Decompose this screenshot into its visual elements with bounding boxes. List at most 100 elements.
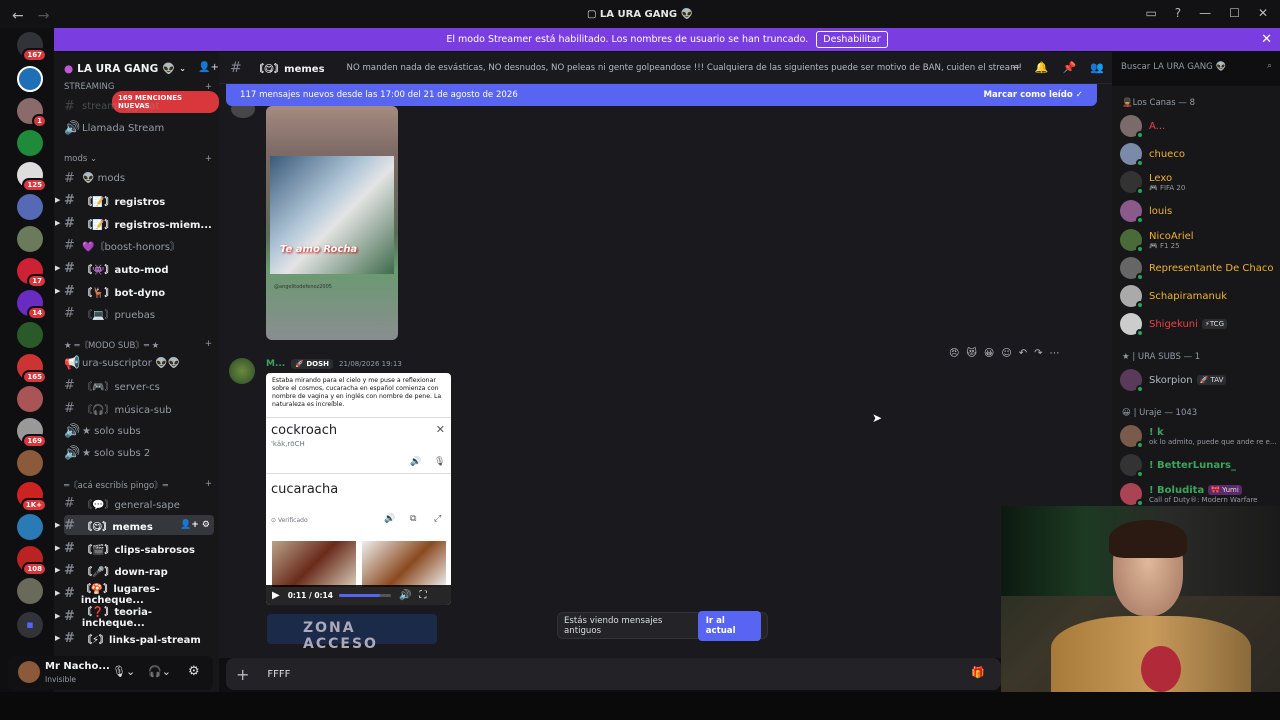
dm-home-button[interactable]: 167: [17, 32, 47, 62]
channel-registros-miembros[interactable]: ▶ # 〘📝〙registros-miem...: [55, 213, 214, 233]
video-progress-bar[interactable]: [338, 593, 391, 597]
server-icon[interactable]: [17, 130, 43, 156]
server-icon[interactable]: [17, 66, 43, 92]
member-item[interactable]: Lexo 🎮 FIFA 20: [1120, 168, 1185, 196]
member-item[interactable]: louis: [1120, 197, 1172, 225]
channel-clips-sabrosos[interactable]: ▶ # 〘🎬〙clips-sabrosos: [55, 538, 214, 558]
folder-icon[interactable]: ▪: [17, 612, 43, 638]
member-item[interactable]: A...: [1120, 112, 1165, 140]
maximize-icon[interactable]: ☐: [1229, 6, 1240, 20]
category-aca-escribis[interactable]: ═〘acá escribís pingo〙═ +: [64, 479, 212, 491]
channel-topic[interactable]: NO manden nada de esvásticas, NO desnudo…: [347, 63, 1022, 73]
channel-auto-mod[interactable]: ▶ # 〘👾〙auto-mod: [55, 258, 214, 278]
server-icon[interactable]: 169: [17, 418, 47, 448]
category-mods[interactable]: mods ⌄ +: [64, 154, 212, 164]
message-input[interactable]: + FFFF 🎁: [226, 658, 1001, 690]
member-item[interactable]: chueco: [1120, 140, 1185, 168]
bell-icon[interactable]: 🔔: [1035, 61, 1049, 74]
close-banner-icon[interactable]: ✕: [1261, 32, 1272, 47]
channel-memes[interactable]: ▶ # 〘😋〙memes 👤+ ⚙: [55, 515, 214, 535]
member-item[interactable]: Representante De Chaco: [1120, 254, 1273, 282]
server-icon[interactable]: [17, 226, 43, 252]
channel-mods[interactable]: # 👽 mods: [64, 168, 214, 188]
reaction-icon[interactable]: 😻: [966, 348, 976, 359]
server-icon[interactable]: [17, 322, 43, 348]
server-icon[interactable]: 165: [17, 354, 47, 384]
server-icon[interactable]: [17, 386, 43, 412]
pin-icon[interactable]: 📌: [1063, 61, 1077, 74]
channel-ura-suscriptor[interactable]: 📢 ura-suscriptor 👽👽: [64, 353, 214, 373]
server-icon[interactable]: 125: [17, 162, 47, 192]
server-icon[interactable]: [17, 194, 43, 220]
members-icon[interactable]: 👥: [1090, 61, 1104, 74]
add-reaction-icon[interactable]: ☺: [1001, 348, 1011, 359]
message-author[interactable]: M...: [266, 359, 285, 369]
meme-image[interactable]: Te amo Rocha @angelitodefenoz2005: [266, 106, 398, 340]
member-item[interactable]: ! Boludita 🎀 Yumi Call of Duty®: Modern Wa…: [1120, 480, 1257, 508]
mark-as-read-button[interactable]: Marcar como leído ✓: [983, 90, 1083, 100]
channel-down-rap[interactable]: ▶ # 〘🎤〙down-rap: [55, 560, 214, 580]
avatar[interactable]: [229, 358, 255, 384]
volume-icon[interactable]: 🔊: [399, 590, 411, 601]
channel-general-sape[interactable]: # 〘💬〙general-sape: [64, 493, 214, 513]
voice-channel-solo-subs[interactable]: 🔊 ★ solo subs: [64, 421, 214, 441]
avatar[interactable]: [18, 661, 40, 683]
member-item[interactable]: NicoAriel 🎮 F1 25: [1120, 226, 1194, 254]
forward-icon[interactable]: ↷: [1034, 348, 1042, 359]
new-messages-bar[interactable]: 117 mensajes nuevos desde las 17:00 del …: [226, 84, 1097, 106]
channel-links-pal-stream[interactable]: ▶ # 〘⚡〙links-pal-stream: [55, 628, 214, 648]
jump-to-present-button[interactable]: Ir al actual: [697, 610, 761, 641]
server-icon[interactable]: [17, 514, 43, 540]
invite-icon[interactable]: 👤+: [198, 62, 219, 73]
member-item[interactable]: Skorpion 🚀 TAV: [1120, 366, 1227, 394]
server-icon[interactable]: [17, 450, 43, 476]
server-icon[interactable]: 1K+: [17, 482, 47, 512]
add-channel-icon[interactable]: +: [205, 479, 212, 491]
gift-icon[interactable]: 🎁: [971, 666, 985, 679]
inbox-icon[interactable]: ▭: [1145, 6, 1156, 20]
next-image-thumb[interactable]: ZONA ACCESO: [267, 614, 437, 652]
server-search-input[interactable]: Buscar LA URA GANG 👽 ⌕: [1116, 57, 1278, 78]
forward-arrow-icon[interactable]: →: [38, 8, 50, 24]
channel-lugares-inchequeables[interactable]: ▶ # 〘🍄〙lugares-incheque...: [55, 583, 214, 606]
channel-musica-sub[interactable]: # 〘🎧〙música-sub: [64, 398, 214, 418]
add-channel-icon[interactable]: +: [205, 154, 212, 164]
channel-boost-honors[interactable]: # 💜〘boost-honors〙: [64, 235, 214, 255]
member-item[interactable]: Schapiramanuk: [1120, 282, 1227, 310]
reaction-icon[interactable]: 😠: [949, 348, 959, 359]
server-icon[interactable]: [17, 578, 43, 604]
server-icon[interactable]: 14: [17, 290, 47, 320]
back-arrow-icon[interactable]: ←: [12, 8, 24, 24]
channel-bot-dyno[interactable]: ▶ # 〘🦌〙bot-dyno: [55, 281, 214, 301]
headphones-icon[interactable]: 🎧⌄: [148, 665, 171, 678]
more-icon[interactable]: ⋯: [1050, 348, 1060, 359]
user-settings-gear-icon[interactable]: ⚙: [188, 664, 200, 679]
channel-server-cs[interactable]: # 〘🎮〙server-cs: [64, 375, 214, 395]
add-attachment-icon[interactable]: +: [236, 665, 249, 684]
voice-channel-solo-subs-2[interactable]: 🔊 ★ solo subs 2: [64, 443, 214, 463]
server-name-header[interactable]: ● LA URA GANG 👽 ⌄: [64, 62, 186, 76]
settings-gear-icon[interactable]: 👤+ ⚙: [180, 520, 210, 530]
minimize-icon[interactable]: —: [1199, 6, 1211, 20]
microphone-icon[interactable]: 🎙⌄: [112, 665, 135, 678]
server-icon[interactable]: 108: [17, 546, 47, 576]
channel-registros[interactable]: ▶ # 〘📝〙registros: [55, 190, 214, 210]
voice-channel-llamada[interactable]: 🔊 Llamada Stream: [64, 118, 214, 138]
add-channel-icon[interactable]: +: [205, 339, 212, 351]
reaction-icon[interactable]: 😀: [984, 348, 994, 359]
play-icon[interactable]: ▶: [272, 590, 280, 601]
close-window-icon[interactable]: ✕: [1258, 6, 1268, 20]
category-modo-sub[interactable]: ★ ═〘MODO SUB〙═ ★ +: [64, 339, 212, 351]
video-embed[interactable]: Estaba mirando para el cielo y me puse a…: [266, 373, 451, 605]
server-icon[interactable]: 1: [17, 98, 47, 128]
help-icon[interactable]: ?: [1175, 6, 1181, 20]
member-item[interactable]: ! k ok lo admito, puede que ande re e...: [1120, 422, 1277, 450]
fullscreen-icon[interactable]: ⛶: [419, 590, 426, 601]
disable-streamer-button[interactable]: Deshabilitar: [816, 31, 888, 48]
channel-pruebas[interactable]: # 〘💻〙pruebas: [64, 303, 214, 323]
threads-icon[interactable]: ⩫: [1012, 61, 1021, 74]
channel-streaming-chat[interactable]: # streaming_chat: [64, 96, 214, 116]
member-item[interactable]: ! BetterLunars_: [1120, 451, 1236, 479]
member-item[interactable]: Shigekuni ⚡TCG: [1120, 310, 1227, 338]
server-icon[interactable]: 17: [17, 258, 47, 288]
